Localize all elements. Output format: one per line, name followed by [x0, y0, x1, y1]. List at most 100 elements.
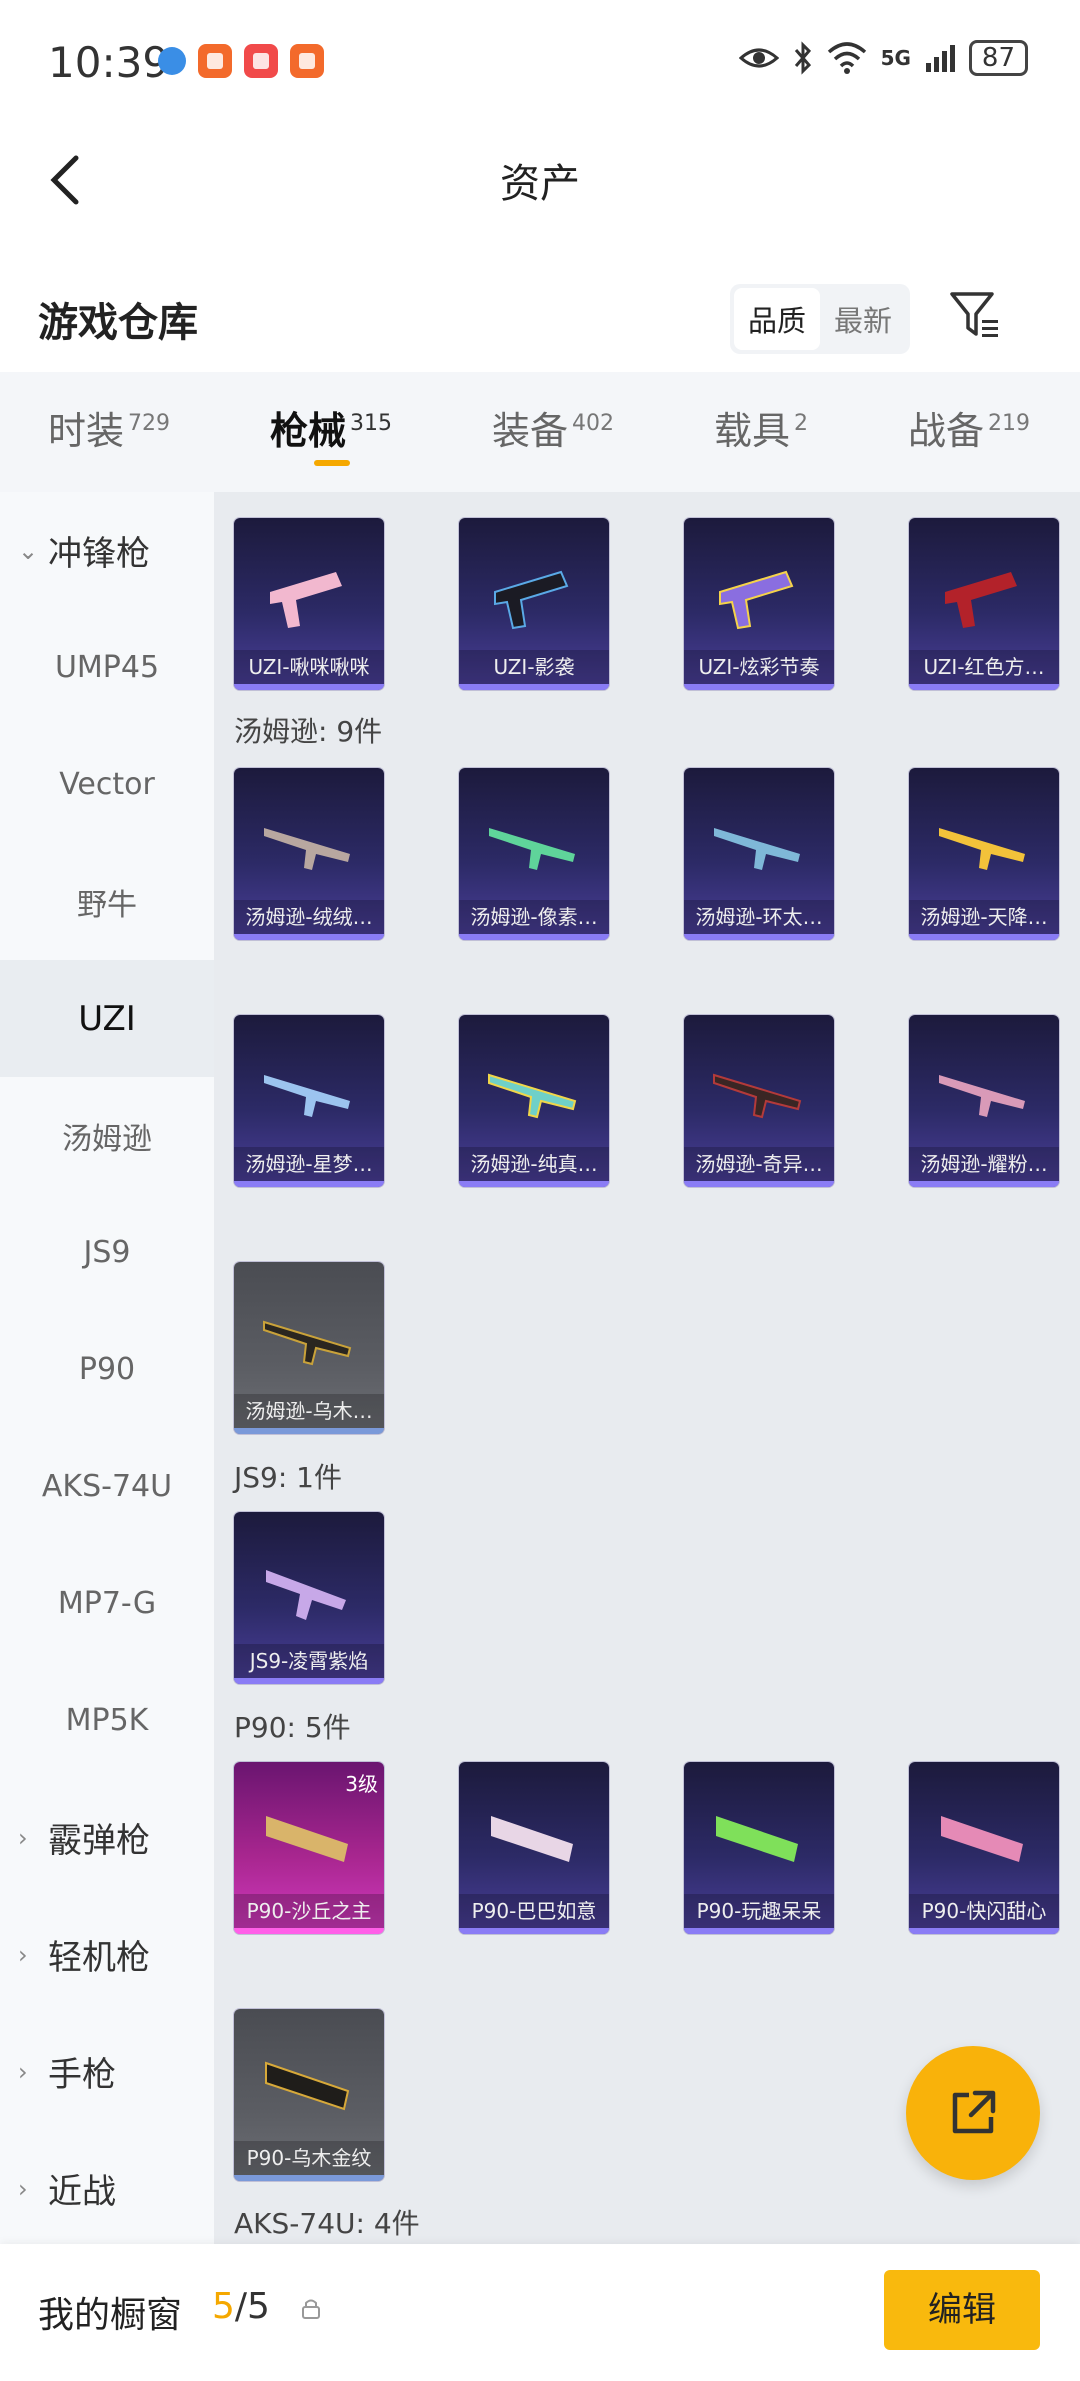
gun-image-icon [494, 570, 569, 630]
skin-name: 汤姆逊-环太… [684, 900, 834, 934]
app-notification-icon [290, 44, 324, 78]
gun-image-icon [266, 1570, 346, 1620]
active-tab-indicator [314, 460, 350, 466]
skin-card[interactable]: 汤姆逊-天降… [909, 768, 1059, 940]
battery-indicator: 87 [968, 40, 1028, 76]
sidebar-item-js9[interactable]: JS9 [0, 1194, 214, 1311]
tab-vehicles[interactable]: 载具 2 [714, 400, 808, 455]
weapon-category-sidebar: ⌄ 冲锋枪 UMP45 Vector 野牛 UZI 汤姆逊 JS9 P90 AKS… [0, 492, 214, 2244]
section-label-thompson: 汤姆逊: 9件 [234, 715, 383, 748]
skin-card[interactable]: P90-玩趣呆呆 [684, 1762, 834, 1934]
filter-icon[interactable] [948, 286, 1004, 342]
edit-button[interactable]: 编辑 [884, 2270, 1040, 2350]
skin-card[interactable]: UZI-影袭 [459, 518, 609, 690]
sidebar-item-vector[interactable]: Vector [0, 726, 214, 843]
skin-name: 汤姆逊-绒绒… [234, 900, 384, 934]
gun-image-icon [265, 2061, 350, 2111]
skin-card[interactable]: 汤姆逊-绒绒… [234, 768, 384, 940]
section-label-js9: JS9: 1件 [234, 1461, 342, 1494]
sidebar-item-label: JS9 [83, 1235, 131, 1270]
gun-image-icon [488, 1073, 577, 1119]
notification-icons [158, 44, 324, 78]
tab-count: 2 [794, 411, 809, 437]
gun-image-icon [939, 1075, 1025, 1117]
skin-name: JS9-凌霄紫焰 [234, 1644, 384, 1678]
skin-name: P90-快闪甜心 [909, 1894, 1059, 1928]
sidebar-item-mp5k[interactable]: MP5K [0, 1662, 214, 1779]
skin-card[interactable]: P90-快闪甜心 [909, 1762, 1059, 1934]
skin-name: UZI-影袭 [459, 650, 609, 684]
skin-name: 汤姆逊-像素… [459, 900, 609, 934]
warehouse-row: 游戏仓库 品质 最新 [0, 270, 1080, 370]
sidebar-item-uzi[interactable]: UZI [0, 960, 214, 1077]
share-button[interactable] [906, 2046, 1040, 2180]
sort-option-quality[interactable]: 品质 [734, 288, 821, 350]
skin-card[interactable]: 3级 P90-沙丘之主 [234, 1762, 384, 1934]
page-title: 资产 [500, 161, 580, 207]
sidebar-item-label: MP7-G [57, 1586, 157, 1621]
skin-card[interactable]: P90-乌木金纹 [234, 2009, 384, 2181]
skin-card[interactable]: 汤姆逊-乌木… [234, 1262, 384, 1434]
tab-label: 装备 [492, 409, 569, 453]
gun-image-icon [941, 1816, 1023, 1862]
sidebar-item-mp7g[interactable]: MP7-G [0, 1545, 214, 1662]
gun-image-icon [264, 828, 350, 870]
section-label-p90: P90: 5件 [234, 1711, 351, 1744]
skin-card[interactable]: 汤姆逊-奇异… [684, 1015, 834, 1187]
gun-image-icon [270, 572, 342, 628]
skin-card[interactable]: 汤姆逊-像素… [459, 768, 609, 940]
status-time: 10:39 [48, 38, 170, 87]
browser-app-icon [158, 47, 186, 75]
level-badge: 3级 [345, 1772, 378, 1796]
tab-supplies[interactable]: 战备 219 [908, 400, 1030, 455]
sidebar-group-shotgun[interactable]: › 霰弹枪 [0, 1779, 214, 1896]
skin-card[interactable]: 汤姆逊-星梦… [234, 1015, 384, 1187]
skin-name: 汤姆逊-天降… [909, 900, 1059, 934]
weapon-grid-panel: UZI-啾咪啾咪 UZI-影袭 UZI-炫彩节奏 UZI-红色方… 汤姆逊: 9… [214, 492, 1080, 2244]
chevron-right-icon: › [18, 1823, 28, 1852]
tab-firearms[interactable]: 枪械 315 [270, 400, 392, 455]
tab-count: 315 [350, 411, 393, 437]
skin-name: P90-巴巴如意 [459, 1894, 609, 1928]
skin-card[interactable]: 汤姆逊-环太… [684, 768, 834, 940]
sidebar-group-lmg[interactable]: › 轻机枪 [0, 1896, 214, 2013]
eye-icon [738, 48, 779, 68]
mail-app-icon [244, 44, 278, 78]
tab-label: 载具 [714, 409, 791, 453]
sidebar-item-ump45[interactable]: UMP45 [0, 609, 214, 726]
skin-card[interactable]: UZI-啾咪啾咪 [234, 518, 384, 690]
sidebar-item-aks74u[interactable]: AKS-74U [0, 1428, 214, 1545]
sidebar-item-label: 轻机枪 [48, 1938, 150, 1978]
skin-name: P90-玩趣呆呆 [684, 1894, 834, 1928]
gun-image-icon [716, 1816, 798, 1862]
chevron-right-icon: › [18, 1940, 28, 1969]
system-status: 5G 87 [738, 40, 1028, 76]
sidebar-group-pistol[interactable]: › 手枪 [0, 2013, 214, 2130]
top-header: 资产 [0, 125, 1080, 235]
sidebar-item-label: 近战 [48, 2172, 116, 2212]
skin-name: 汤姆逊-乌木… [234, 1394, 384, 1428]
skin-name: 汤姆逊-星梦… [234, 1147, 384, 1181]
sidebar-group-smg[interactable]: ⌄ 冲锋枪 [0, 492, 214, 609]
skin-card[interactable]: 汤姆逊-纯真… [459, 1015, 609, 1187]
sidebar-item-thompson[interactable]: 汤姆逊 [0, 1077, 214, 1194]
sidebar-item-bizon[interactable]: 野牛 [0, 843, 214, 960]
wifi-icon [827, 42, 866, 74]
sort-option-newest[interactable]: 最新 [820, 288, 906, 350]
sidebar-group-melee[interactable]: › 近战 [0, 2130, 214, 2247]
tab-fashion[interactable]: 时装 729 [48, 400, 170, 455]
sidebar-item-p90[interactable]: P90 [0, 1311, 214, 1428]
sidebar-item-label: 汤姆逊 [62, 1121, 152, 1157]
skin-card[interactable]: 汤姆逊-耀粉… [909, 1015, 1059, 1187]
chevron-down-icon: ⌄ [18, 536, 39, 565]
gun-image-icon [491, 1816, 573, 1862]
skin-card[interactable]: JS9-凌霄紫焰 [234, 1512, 384, 1684]
tab-equipment[interactable]: 装备 402 [492, 400, 614, 455]
sidebar-item-label: UZI [78, 998, 136, 1039]
skin-card[interactable]: P90-巴巴如意 [459, 1762, 609, 1934]
skin-card[interactable]: UZI-红色方… [909, 518, 1059, 690]
tab-count: 219 [988, 411, 1031, 437]
sidebar-item-label: AKS-74U [41, 1469, 173, 1504]
skin-card[interactable]: UZI-炫彩节奏 [684, 518, 834, 690]
gun-image-icon [719, 570, 794, 630]
